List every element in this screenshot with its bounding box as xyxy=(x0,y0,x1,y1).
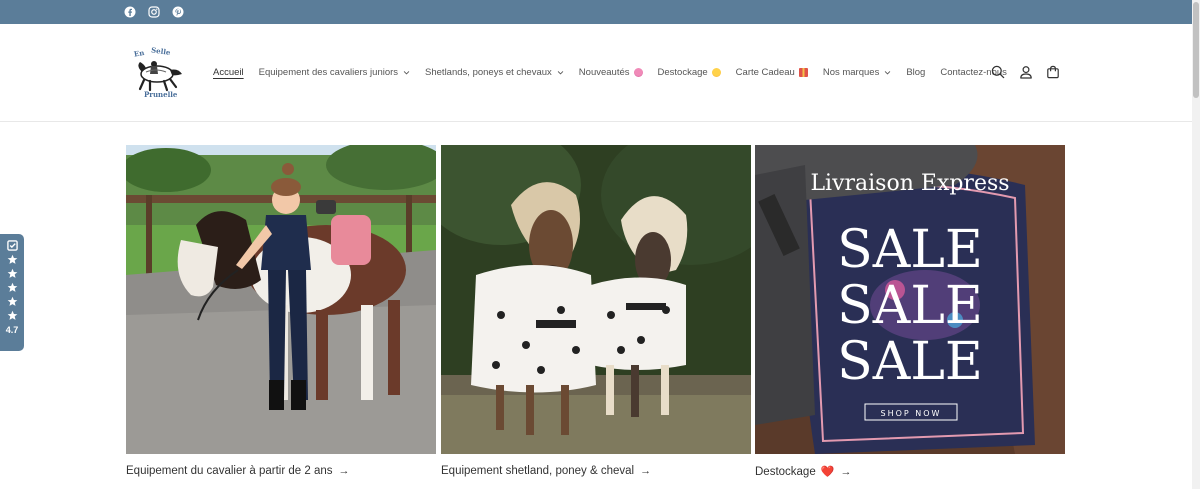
scream-face-icon xyxy=(711,68,721,77)
shetland-ponies-photo xyxy=(441,145,751,454)
sale-banner-photo: Livraison Express SALE SALE SALE SHOP NO… xyxy=(755,145,1065,454)
arrow-right-icon: → xyxy=(840,465,852,478)
nav-item-carte-cadeau[interactable]: Carte Cadeau xyxy=(736,67,808,78)
nav-label: Equipement des cavaliers juniors xyxy=(258,67,399,78)
tulip-icon xyxy=(633,68,643,77)
banner-sale-3: SALE xyxy=(837,332,983,392)
arrow-right-icon: → xyxy=(640,465,652,477)
reviews-widget[interactable]: 4.7 xyxy=(0,234,24,351)
collection-card-destockage[interactable]: Livraison Express SALE SALE SALE SHOP NO… xyxy=(755,145,1065,454)
star-icon xyxy=(7,310,17,320)
card-title: Destockage xyxy=(755,465,816,478)
nav-label: Shetlands, poneys et chevaux xyxy=(425,67,552,78)
svg-text:Selle: Selle xyxy=(151,45,172,57)
collection-card-shetland[interactable] xyxy=(441,145,751,454)
nav-label: Carte Cadeau xyxy=(735,67,795,78)
search-icon[interactable] xyxy=(990,64,1006,80)
banner-sale-1: SALE xyxy=(837,220,983,280)
nav-item-shetlands[interactable]: Shetlands, poneys et chevaux xyxy=(425,67,564,78)
banner-shop-now: SHOP NOW xyxy=(881,409,942,418)
site-header: En Selle Prunelle Accueil Equipement des… xyxy=(0,24,1192,122)
nav-item-nos-marques[interactable]: Nos marques xyxy=(823,67,892,78)
scrollbar[interactable] xyxy=(1192,0,1200,489)
facebook-icon[interactable] xyxy=(122,4,138,20)
main-nav: Accueil Equipement des cavaliers juniors… xyxy=(213,67,1022,78)
banner-title: Livraison Express xyxy=(810,171,1009,196)
star-icon xyxy=(7,268,17,278)
nav-label: Blog xyxy=(906,67,926,78)
star-icon xyxy=(7,282,17,292)
star-icon xyxy=(7,254,17,264)
arrow-right-icon: → xyxy=(338,465,350,477)
nav-item-equipement-cavaliers[interactable]: Equipement des cavaliers juniors xyxy=(259,67,410,78)
collection-label-cavalier[interactable]: Equipement du cavalier à partir de 2 ans… xyxy=(126,465,349,477)
account-icon[interactable] xyxy=(1018,64,1034,80)
nav-label: Destockage xyxy=(657,67,708,78)
card-title: Equipement du cavalier à partir de 2 ans xyxy=(126,465,333,477)
svg-text:Prunelle: Prunelle xyxy=(144,90,178,99)
chevron-down-icon xyxy=(885,71,891,75)
heart-icon: ❤️ xyxy=(820,466,835,478)
banner-sale-2: SALE xyxy=(837,276,983,336)
nav-item-nouveautes[interactable]: Nouveautés xyxy=(579,67,643,78)
chevron-down-icon xyxy=(557,71,564,75)
nav-item-blog[interactable]: Blog xyxy=(906,67,925,78)
scrollbar-thumb[interactable] xyxy=(1193,2,1199,98)
nav-label: Nouveautés xyxy=(578,67,630,78)
pinterest-icon[interactable] xyxy=(170,4,186,20)
nav-item-destockage[interactable]: Destockage xyxy=(658,67,721,78)
nav-label: Accueil xyxy=(213,67,244,78)
review-rating: 4.7 xyxy=(5,325,19,335)
social-bar xyxy=(0,0,1192,24)
nav-item-accueil[interactable]: Accueil xyxy=(213,67,244,78)
collection-card-cavalier[interactable] xyxy=(126,145,436,454)
rider-pony-photo xyxy=(126,145,436,454)
instagram-icon[interactable] xyxy=(146,4,162,20)
star-icon xyxy=(7,296,17,306)
chevron-down-icon xyxy=(403,71,410,75)
gift-icon xyxy=(798,68,808,77)
svg-text:En: En xyxy=(133,48,145,59)
collection-label-destockage[interactable]: Destockage ❤️ → xyxy=(755,465,852,479)
nav-label: Nos marques xyxy=(822,67,880,78)
collection-label-shetland[interactable]: Equipement shetland, poney & cheval → xyxy=(441,465,651,477)
site-logo[interactable]: En Selle Prunelle xyxy=(124,44,188,100)
card-title: Equipement shetland, poney & cheval xyxy=(441,465,635,477)
cart-icon[interactable] xyxy=(1045,64,1061,80)
review-badge-icon xyxy=(6,240,18,251)
